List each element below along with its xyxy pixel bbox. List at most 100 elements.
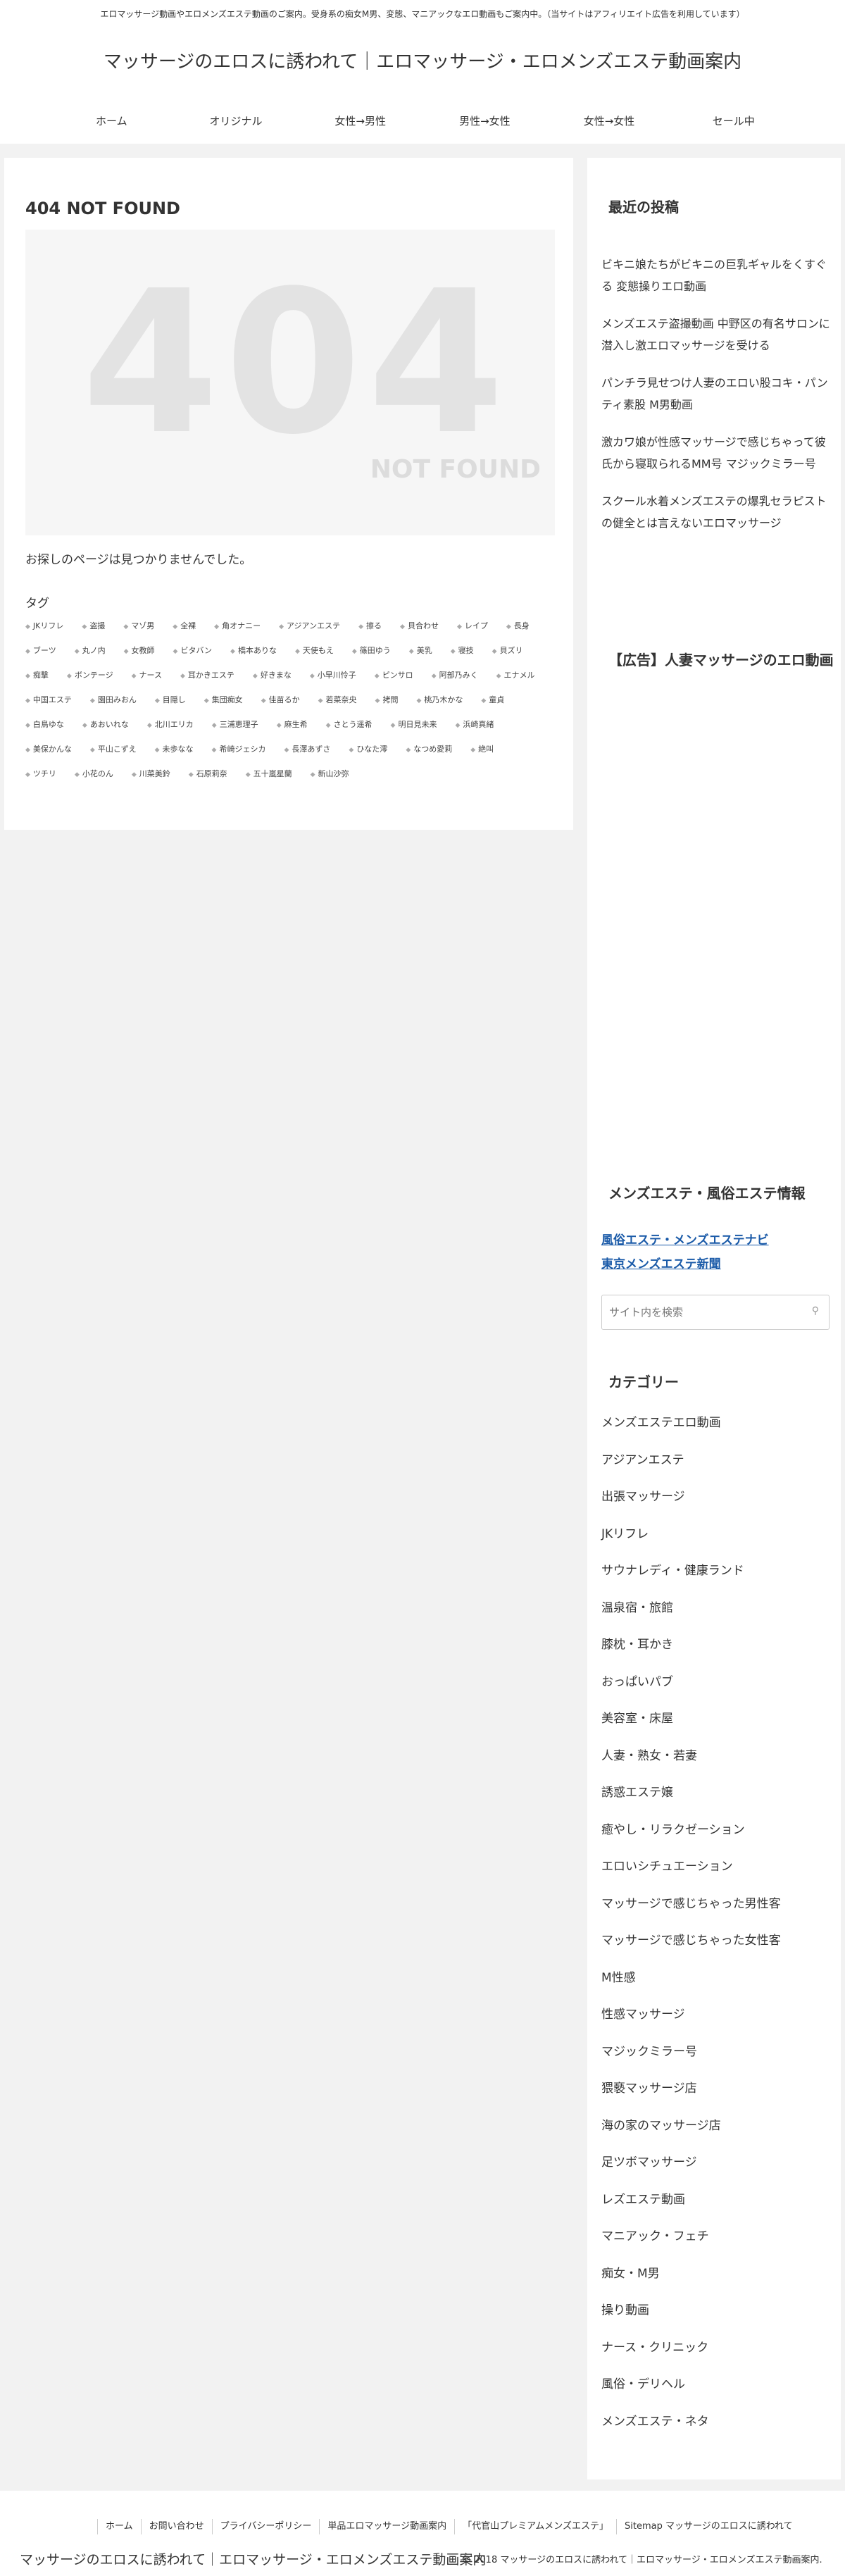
- tag-link[interactable]: ◆ 石原莉奈: [189, 762, 227, 787]
- tag-link[interactable]: ◆ 長身: [506, 614, 530, 639]
- search-icon[interactable]: ⚲: [812, 1305, 819, 1317]
- tag-link[interactable]: ◆ 未歩なな: [155, 738, 194, 762]
- category-item[interactable]: 美容室・床屋: [601, 1700, 834, 1738]
- tag-link[interactable]: ◆ 好きまな: [253, 664, 292, 688]
- tag-link[interactable]: ◆ 桃乃木かな: [416, 688, 463, 713]
- category-item[interactable]: 風俗・デリヘル: [601, 2366, 834, 2403]
- tag-link[interactable]: ◆ エナメル: [496, 664, 535, 688]
- tag-link[interactable]: ◆ 浜崎真緒: [455, 713, 494, 738]
- category-item[interactable]: 癒やし・リラクゼーション: [601, 1812, 834, 1849]
- tag-link[interactable]: ◆ 貝ズリ: [492, 639, 523, 664]
- tag-link[interactable]: ◆ 中国エステ: [25, 688, 72, 713]
- tag-link[interactable]: ◆ 白鳥ゆな: [25, 713, 64, 738]
- nav-sale[interactable]: セール中: [671, 106, 796, 137]
- footer-link-home[interactable]: ホーム: [97, 2519, 141, 2534]
- category-item[interactable]: M性感: [601, 1960, 834, 1997]
- nav-original[interactable]: オリジナル: [174, 106, 299, 137]
- tag-link[interactable]: ◆ さとう遥希: [326, 713, 373, 738]
- tag-link[interactable]: ◆ 擦る: [358, 614, 382, 639]
- footer-link-contact[interactable]: お問い合わせ: [140, 2519, 212, 2534]
- category-item[interactable]: 猥褻マッサージ店: [601, 2070, 834, 2108]
- category-item[interactable]: レズエステ動画: [601, 2182, 834, 2219]
- category-item[interactable]: マニアック・フェチ: [601, 2218, 834, 2255]
- nav-male-to-female[interactable]: 男性→女性: [423, 106, 547, 137]
- tag-link[interactable]: ◆ 寝技: [451, 639, 474, 664]
- tag-link[interactable]: ◆ ピンサロ: [375, 664, 413, 688]
- tag-link[interactable]: ◆ 目隠し: [155, 688, 186, 713]
- tag-link[interactable]: ◆ ボンテージ: [67, 664, 113, 688]
- footer-site-title[interactable]: マッサージのエロスに誘われて｜エロマッサージ・エロメンズエステ動画案内: [20, 2550, 486, 2570]
- category-item[interactable]: 痴女・M男: [601, 2255, 834, 2293]
- category-item[interactable]: 出張マッサージ: [601, 1479, 834, 1516]
- tag-link[interactable]: ◆ 天使もえ: [295, 639, 334, 664]
- category-item[interactable]: おっぱいパブ: [601, 1664, 834, 1701]
- tag-link[interactable]: ◆ 長澤あずさ: [284, 738, 330, 762]
- tag-link[interactable]: ◆ 小花のん: [75, 762, 113, 787]
- footer-link-daikanyama[interactable]: 「代官山プレミアムメンズエステ」: [454, 2519, 616, 2534]
- category-item[interactable]: 誘惑エステ嬢: [601, 1774, 834, 1812]
- nav-female-to-male[interactable]: 女性→男性: [298, 106, 423, 137]
- footer-link-sitemap[interactable]: Sitemap マッサージのエロスに誘われて: [615, 2519, 801, 2534]
- tag-link[interactable]: ◆ 女教師: [124, 639, 155, 664]
- tag-link[interactable]: ◆ 貝合わせ: [400, 614, 439, 639]
- category-item[interactable]: 人妻・熟女・若妻: [601, 1738, 834, 1775]
- tag-link[interactable]: ◆ 麻生希: [277, 713, 308, 738]
- tag-link[interactable]: ◆ ナース: [132, 664, 162, 688]
- tag-link[interactable]: ◆ マゾ男: [123, 614, 154, 639]
- tag-link[interactable]: ◆ ツチリ: [25, 762, 56, 787]
- tag-link[interactable]: ◆ 拷問: [375, 688, 399, 713]
- tag-link[interactable]: ◆ JKリフレ: [25, 614, 63, 639]
- tag-link[interactable]: ◆ 若菜奈央: [318, 688, 357, 713]
- recent-post-item[interactable]: メンズエステ盗撮動画 中野区の有名サロンに潜入し激エロマッサージを受ける: [601, 313, 834, 356]
- tag-link[interactable]: ◆ ひなた澪: [349, 738, 387, 762]
- tag-link[interactable]: ◆ 五十嵐星蘭: [246, 762, 292, 787]
- tag-link[interactable]: ◆ 美乳: [409, 639, 432, 664]
- tag-link[interactable]: ◆ ブーツ: [25, 639, 56, 664]
- tag-link[interactable]: ◆ あおいれな: [82, 713, 129, 738]
- category-item[interactable]: 操り動画: [601, 2292, 834, 2329]
- tag-link[interactable]: ◆ 明日見未来: [391, 713, 437, 738]
- info-link[interactable]: 東京メンズエステ新聞: [601, 1252, 834, 1276]
- category-item[interactable]: 海の家のマッサージ店: [601, 2108, 834, 2145]
- category-item[interactable]: エロいシチュエーション: [601, 1848, 834, 1886]
- category-item[interactable]: 足ツボマッサージ: [601, 2144, 834, 2182]
- category-item[interactable]: サウナレディ・健康ランド: [601, 1553, 834, 1590]
- tag-link[interactable]: ◆ 全裸: [173, 614, 196, 639]
- tag-link[interactable]: ◆ 阿部乃みく: [432, 664, 478, 688]
- category-item[interactable]: 性感マッサージ: [601, 1996, 834, 2034]
- tag-link[interactable]: ◆ 丸ノ内: [75, 639, 106, 664]
- tag-link[interactable]: ◆ 童貞: [481, 688, 504, 713]
- recent-post-item[interactable]: スクール水着メンズエステの爆乳セラピストの健全とは言えないエロマッサージ: [601, 490, 834, 534]
- category-item[interactable]: マジックミラー号: [601, 2034, 834, 2071]
- search-input[interactable]: [609, 1301, 799, 1324]
- info-link[interactable]: 風俗エステ・メンズエステナビ: [601, 1228, 834, 1252]
- category-item[interactable]: JKリフレ: [601, 1516, 834, 1553]
- tag-link[interactable]: ◆ 盗撮: [82, 614, 105, 639]
- nav-home[interactable]: ホーム: [49, 106, 174, 137]
- category-item[interactable]: マッサージで感じちゃった男性客: [601, 1886, 834, 1923]
- tag-link[interactable]: ◆ 三浦恵理子: [212, 713, 258, 738]
- tag-link[interactable]: ◆ アジアンエステ: [279, 614, 340, 639]
- category-item[interactable]: メンズエステ・ネタ: [601, 2403, 834, 2441]
- recent-post-item[interactable]: パンチラ見せつけ人妻のエロい股コキ・パンティ素股 M男動画: [601, 372, 834, 416]
- tag-link[interactable]: ◆ 小早川怜子: [310, 664, 356, 688]
- tag-link[interactable]: ◆ 集団痴女: [204, 688, 243, 713]
- tag-link[interactable]: ◆ 北川エリカ: [147, 713, 194, 738]
- category-item[interactable]: マッサージで感じちゃった女性客: [601, 1922, 834, 1960]
- category-item[interactable]: アジアンエステ: [601, 1442, 834, 1479]
- recent-post-item[interactable]: 激カワ娘が性感マッサージで感じちゃって彼氏から寝取られるMM号 マジックミラー号: [601, 431, 834, 475]
- footer-link-privacy[interactable]: プライバシーポリシー: [211, 2519, 320, 2534]
- tag-link[interactable]: ◆ 佳苗るか: [261, 688, 300, 713]
- category-item[interactable]: メンズエステエロ動画: [601, 1405, 834, 1442]
- category-item[interactable]: 膝枕・耳かき: [601, 1626, 834, 1664]
- tag-link[interactable]: ◆ 美保かんな: [25, 738, 72, 762]
- tag-link[interactable]: ◆ 絶叫: [470, 738, 494, 762]
- category-item[interactable]: ナース・クリニック: [601, 2329, 834, 2367]
- tag-link[interactable]: ◆ ビタバン: [173, 639, 212, 664]
- tag-link[interactable]: ◆ 篠田ゆう: [352, 639, 391, 664]
- tag-link[interactable]: ◆ レイプ: [457, 614, 488, 639]
- tag-link[interactable]: ◆ 希崎ジェシカ: [212, 738, 266, 762]
- footer-link-single-videos[interactable]: 単品エロマッサージ動画案内: [319, 2519, 454, 2534]
- tag-link[interactable]: ◆ なつめ愛莉: [406, 738, 452, 762]
- site-title[interactable]: マッサージのエロスに誘われて｜エロマッサージ・エロメンズエステ動画案内: [0, 46, 845, 77]
